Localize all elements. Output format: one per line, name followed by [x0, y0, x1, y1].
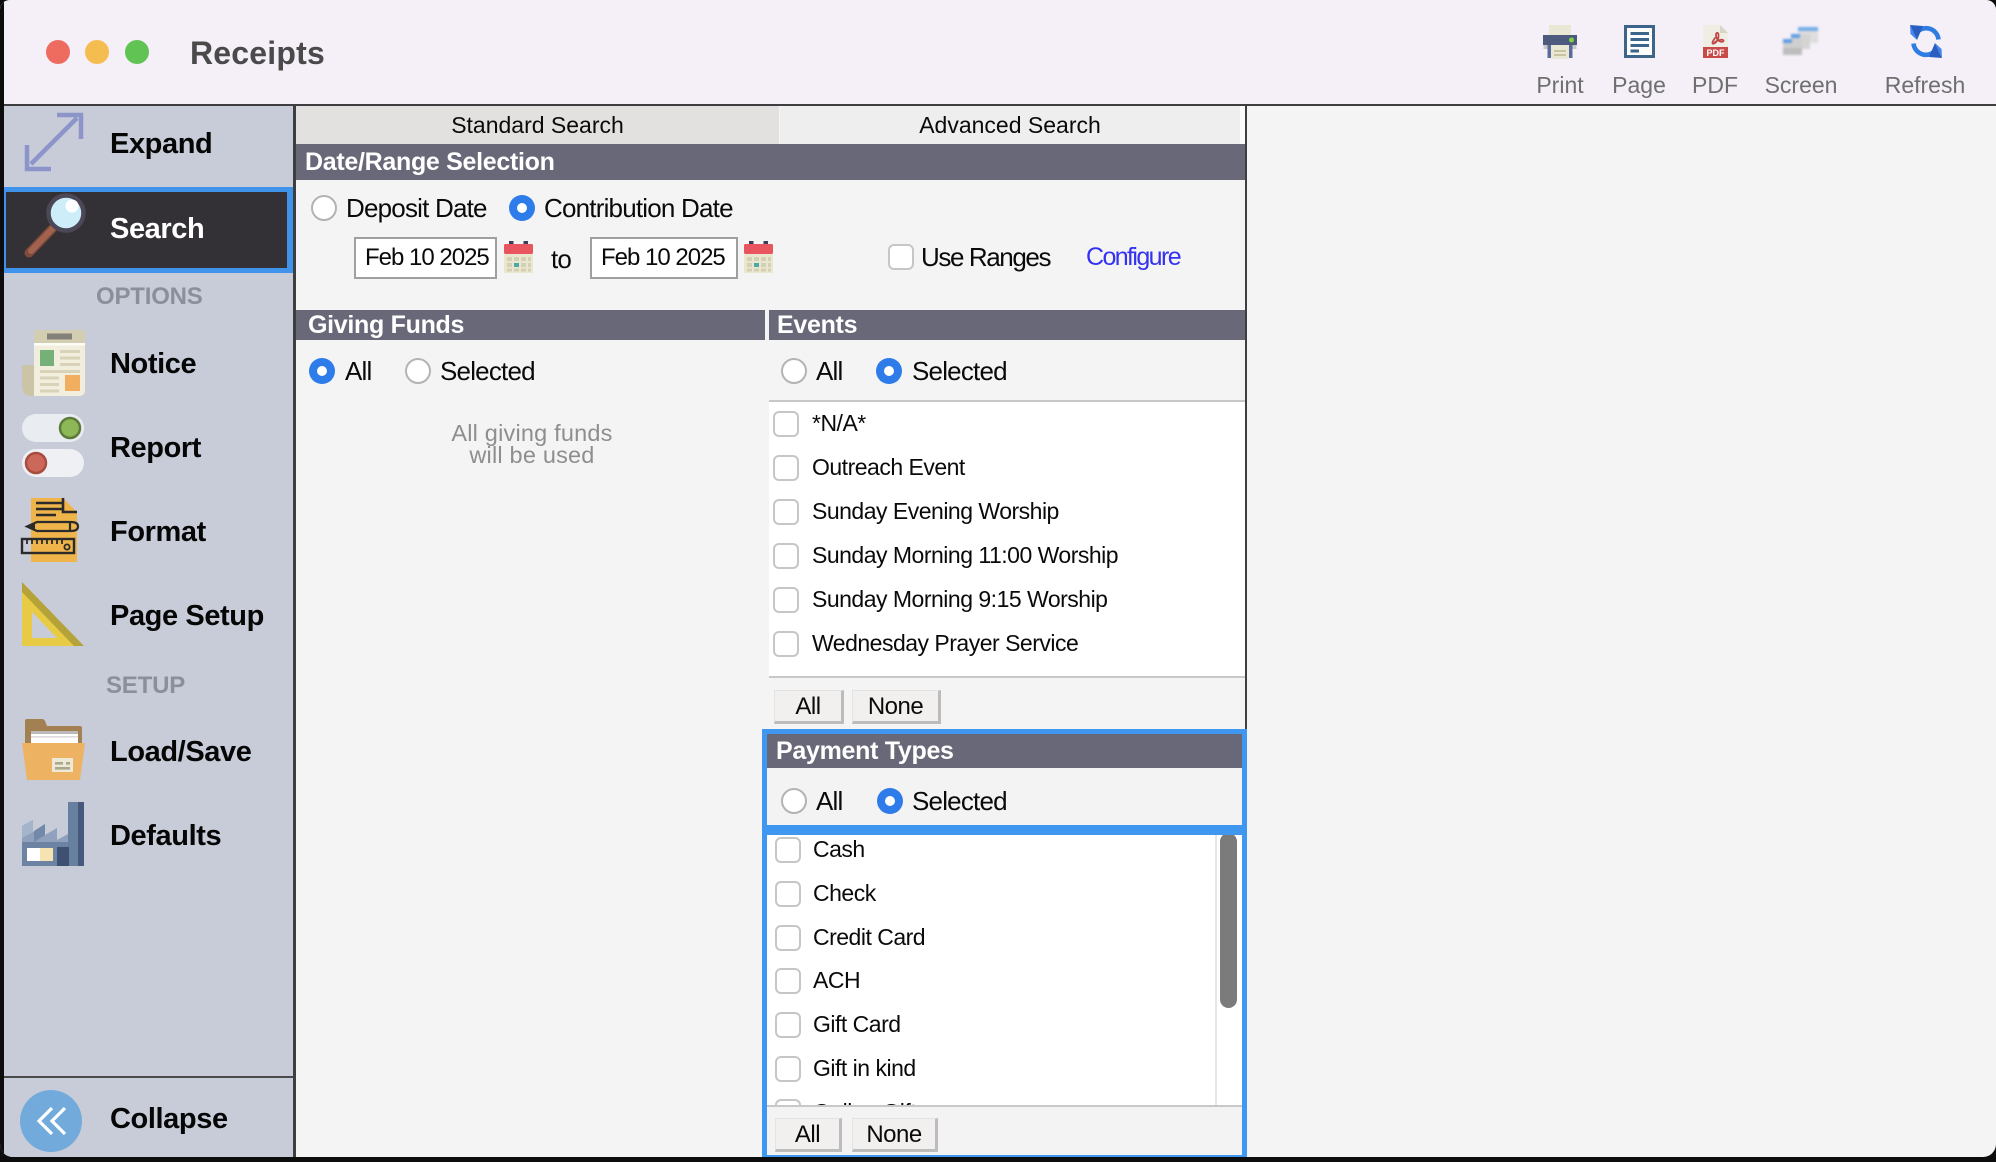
- svg-text:PDF: PDF: [1707, 48, 1726, 58]
